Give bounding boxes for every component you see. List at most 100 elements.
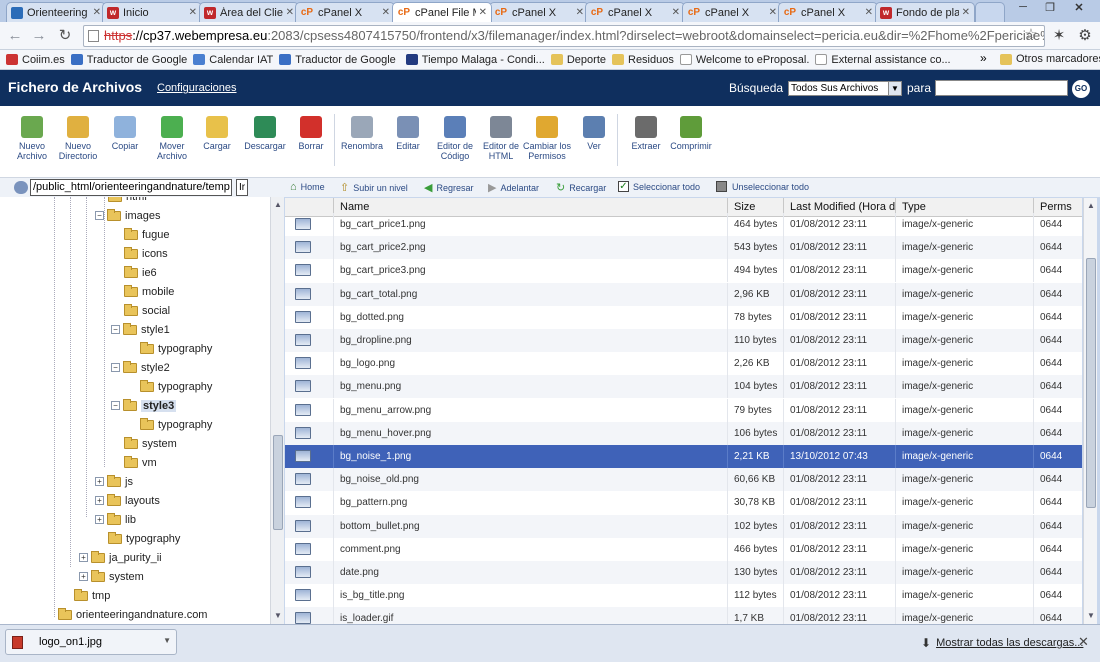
bookmark-item[interactable]: Traductor de Google [279, 54, 396, 66]
edit-button[interactable]: Editar [384, 114, 432, 151]
bookmark-item[interactable]: Coiim.es [6, 54, 65, 66]
expand-icon[interactable]: + [79, 553, 88, 562]
expand-icon[interactable]: + [95, 496, 104, 505]
search-go-button[interactable]: GO [1072, 80, 1090, 98]
table-row[interactable]: is_bg_title.png 112 bytes 01/08/2012 23:11… [285, 584, 1082, 608]
tree-folder-icons[interactable]: icons [124, 244, 168, 263]
back-arrow-icon[interactable]: ← [6, 27, 24, 45]
table-row[interactable]: is_loader.gif 1,7 KB 01/08/2012 23:11 image… [285, 607, 1082, 624]
table-row[interactable]: bg_menu_hover.png 106 bytes 01/08/2012 23:… [285, 421, 1082, 445]
close-download-bar-icon[interactable]: ✕ [1078, 634, 1089, 650]
close-tab-icon[interactable]: ✕ [382, 7, 390, 18]
table-row[interactable]: bg_dotted.png 78 bytes 01/08/2012 23:11 ima… [285, 305, 1082, 329]
collapse-icon[interactable]: − [111, 401, 120, 410]
tree-folder-js[interactable]: + js [95, 472, 133, 491]
path-input[interactable]: /public_html/orienteeringandnature/temp [30, 179, 232, 196]
tree-folder-typography[interactable]: typography [108, 529, 180, 548]
tree-folder-typography[interactable]: typography [140, 415, 212, 434]
close-tab-icon[interactable]: ✕ [189, 7, 197, 18]
close-tab-icon[interactable]: ✕ [576, 7, 584, 18]
bookmark-item[interactable]: Welcome to eProposal. [679, 54, 809, 66]
tree-folder-system[interactable]: system [124, 434, 177, 453]
close-tab-icon[interactable]: ✕ [93, 7, 101, 18]
view-button[interactable]: Ver [570, 114, 618, 151]
browser-tab[interactable]: cP cPanel X ✕ [295, 2, 395, 22]
download-button[interactable]: Descargar [241, 114, 289, 151]
table-row[interactable]: bg_pattern.png 30,78 KB 01/08/2012 23:11 im… [285, 491, 1082, 515]
select-all-button[interactable]: ✓ Seleccionar todo [618, 181, 700, 192]
restore-button[interactable]: ❐ [1037, 1, 1063, 17]
copy-button[interactable]: Copiar [101, 114, 149, 151]
scroll-up-icon[interactable]: ▲ [1085, 200, 1097, 212]
table-row[interactable]: bg_logo.png 2,26 KB 01/08/2012 23:11 image/… [285, 352, 1082, 376]
move-button[interactable]: Mover Archivo [148, 114, 196, 161]
tree-folder-system[interactable]: + system [79, 567, 144, 586]
browser-tab[interactable]: cP cPanel X ✕ [778, 2, 878, 22]
bookmark-item[interactable]: Deporte [550, 54, 606, 66]
expand-icon[interactable]: + [95, 477, 104, 486]
table-row[interactable]: bg_noise_1.png 2,21 KB 13/10/2012 07:43 ima… [285, 445, 1082, 468]
browser-tab[interactable]: cP cPanel X ✕ [585, 2, 685, 22]
new-folder-button[interactable]: Nuevo Directorio [54, 114, 102, 161]
path-go-button[interactable]: Ir [236, 179, 248, 196]
close-tab-icon[interactable]: ✕ [962, 7, 970, 18]
scroll-down-icon[interactable]: ▼ [272, 610, 284, 622]
table-row[interactable]: bg_cart_price3.png 494 bytes 01/08/2012 23… [285, 259, 1082, 283]
delete-button[interactable]: Borrar [287, 114, 335, 151]
back-button[interactable]: ◀ Regresar [424, 181, 473, 194]
close-window-button[interactable]: ✕ [1066, 1, 1092, 17]
show-all-downloads-link[interactable]: ⬇ Mostrar todas las descargas... [921, 636, 1083, 650]
table-row[interactable]: bg_cart_total.png 2,96 KB 01/08/2012 23:11… [285, 282, 1082, 306]
download-item[interactable]: logo_on1.jpg ▼ [5, 629, 177, 655]
table-row[interactable]: bg_menu.png 104 bytes 01/08/2012 23:11 imag… [285, 375, 1082, 399]
table-row[interactable]: bottom_bullet.png 102 bytes 01/08/2012 23:… [285, 514, 1082, 538]
tree-folder-typography[interactable]: typography [140, 377, 212, 396]
bookmark-item[interactable]: External assistance co... [815, 54, 951, 66]
close-tab-icon[interactable]: ✕ [479, 7, 487, 18]
tree-folder-style1[interactable]: − style1 [111, 320, 170, 339]
tree-folder-layouts[interactable]: + layouts [95, 491, 160, 510]
new-file-button[interactable]: Nuevo Archivo [8, 114, 56, 161]
search-input[interactable] [935, 80, 1068, 96]
browser-tab[interactable]: cP cPanel File M ✕ [392, 2, 492, 22]
tree-folder-style2[interactable]: − style2 [111, 358, 170, 377]
table-row[interactable]: date.png 130 bytes 01/08/2012 23:11 image/x… [285, 561, 1082, 584]
collapse-icon[interactable]: − [95, 211, 104, 220]
url-input[interactable]: https://cp37.webempresa.eu:2083/cpsess48… [83, 25, 1045, 47]
bookmark-item[interactable]: Residuos [612, 54, 674, 66]
browser-tab[interactable]: w Área del Clie ✕ [199, 2, 299, 22]
table-row[interactable]: bg_menu_arrow.png 79 bytes 01/08/2012 23:1… [285, 398, 1082, 422]
collapse-icon[interactable]: − [111, 325, 120, 334]
tree-folder-html[interactable]: html [108, 197, 147, 206]
browser-tab[interactable]: w Fondo de pla ✕ [875, 2, 975, 22]
code-editor-button[interactable]: Editor de Código [431, 114, 479, 161]
settings-link[interactable]: Configuraciones [157, 82, 237, 94]
expand-icon[interactable]: + [95, 515, 104, 524]
table-row[interactable]: bg_noise_old.png 60,66 KB 01/08/2012 23:11… [285, 468, 1082, 492]
reload-icon[interactable]: ↻ [56, 27, 74, 45]
forward-button[interactable]: ▶ Adelantar [488, 181, 539, 194]
bookmark-item[interactable]: Tiempo Malaga - Condi... [405, 54, 545, 66]
table-scroll-thumb[interactable] [1086, 258, 1096, 508]
html-editor-button[interactable]: Editor de HTML [477, 114, 525, 161]
extension-icon[interactable]: ✶ [1050, 27, 1068, 45]
tree-folder-typography[interactable]: typography [140, 339, 212, 358]
wrench-menu-icon[interactable]: ⚙ [1076, 27, 1094, 45]
bookmark-item[interactable]: Traductor de Google [70, 54, 187, 66]
unselect-all-button[interactable]: Unseleccionar todo [716, 181, 809, 192]
tree-folder-ja-purity-ii[interactable]: + ja_purity_ii [79, 548, 162, 567]
browser-tab[interactable]: Orienteering ✕ [6, 2, 106, 22]
expand-icon[interactable]: + [79, 572, 88, 581]
chevron-down-icon[interactable]: ▼ [163, 636, 171, 645]
upload-button[interactable]: Cargar [193, 114, 241, 151]
close-tab-icon[interactable]: ✕ [769, 7, 777, 18]
up-level-button[interactable]: ⇧ Subir un nivel [340, 181, 408, 194]
tree-scrollbar[interactable]: ▲ ▼ [270, 197, 284, 624]
tree-folder-vm[interactable]: vm [124, 453, 157, 472]
forward-arrow-icon[interactable]: → [30, 27, 48, 45]
star-icon[interactable]: ☆ [1022, 26, 1040, 44]
search-scope-select[interactable]: Todos Sus Archivos ▼ [788, 81, 902, 96]
tree-folder-style3[interactable]: − style3 [111, 396, 177, 415]
collapse-icon[interactable]: − [111, 363, 120, 372]
scroll-up-icon[interactable]: ▲ [272, 199, 284, 211]
